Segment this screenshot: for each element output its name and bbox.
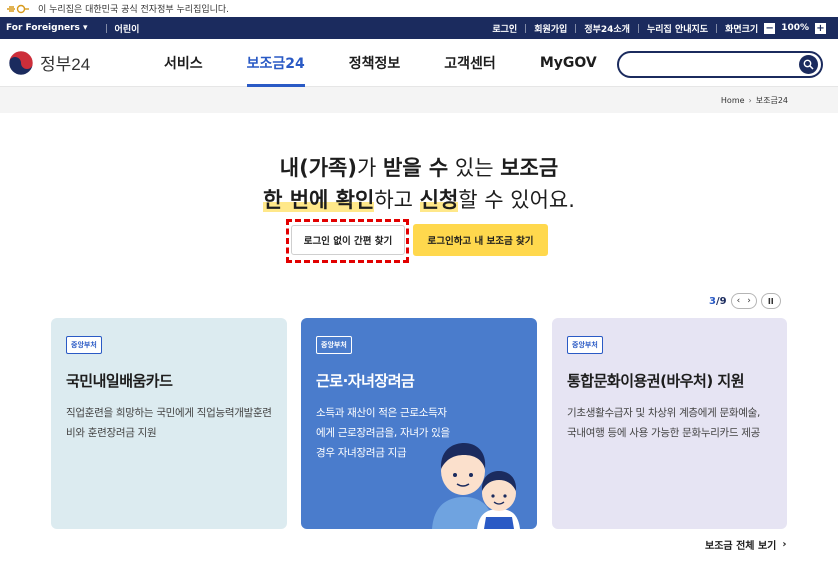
page-counter: 3/9 — [709, 296, 727, 307]
carousel-pager: 3/9 ‹ › II — [709, 293, 781, 309]
kids-link[interactable]: 어린이 — [115, 22, 150, 35]
login-and-find-button[interactable]: 로그인하고 내 보조금 찾기 — [413, 224, 548, 256]
zoom-out-button[interactable]: − — [764, 22, 776, 34]
chevron-right-icon: › — [748, 95, 752, 105]
find-without-login-button[interactable]: 로그인 없이 간편 찾기 — [291, 225, 405, 255]
logo-text: 정부24 — [40, 55, 91, 74]
site-logo[interactable]: 정부24 — [8, 50, 126, 76]
chevron-right-icon: › — [782, 539, 787, 550]
nav-policy-info[interactable]: 정책정보 — [349, 39, 401, 86]
breadcrumb: Home › 보조금24 — [0, 87, 838, 113]
hero-text: 보조금 — [500, 156, 559, 180]
breadcrumb-home[interactable]: Home — [721, 96, 745, 105]
family-illustration-icon — [432, 443, 520, 529]
card-description: 소득과 재산이 적은 근로소득자에게 근로장려금을, 자녀가 있을 경우 자녀장… — [316, 407, 450, 459]
hero-heading: 내(가족)가 받을 수 있는 보조금 한 번에 확인하고 신청할 수 있어요. — [0, 153, 838, 217]
nav-customer-center[interactable]: 고객센터 — [444, 39, 496, 86]
nav-services[interactable]: 서비스 — [164, 39, 203, 86]
main-header: 정부24 서비스 보조금24 정책정보 고객센터 MyGOV — [0, 39, 838, 87]
search-icon — [803, 59, 814, 70]
search-button[interactable] — [799, 55, 818, 74]
card-title: 근로·자녀장려금 — [316, 372, 415, 390]
for-foreigners-link[interactable]: For Foreigners ▾ — [6, 23, 98, 33]
card-tag: 중앙부처 — [316, 336, 352, 354]
nav-subsidy24[interactable]: 보조금24 — [246, 39, 305, 87]
search-input[interactable] — [617, 51, 823, 78]
card-title: 국민내일배움카드 — [66, 372, 173, 390]
subsidy-card[interactable]: 중앙부처 통합문화이용권(바우처) 지원 기초생활수급자 및 차상위 계층에게 … — [552, 318, 787, 529]
hero-line-1: 내(가족)가 받을 수 있는 보조금 — [0, 153, 838, 183]
official-site-text: 이 누리집은 대한민국 공식 전자정부 누리집입니다. — [38, 5, 230, 15]
divider — [525, 23, 527, 33]
sitemap-link[interactable]: 누리집 안내지도 — [647, 22, 708, 35]
official-site-banner: 이 누리집은 대한민국 공식 전자정부 누리집입니다. — [0, 0, 838, 17]
divider — [575, 23, 577, 33]
intro-link[interactable]: 정부24소개 — [584, 22, 630, 35]
card-tag: 중앙부처 — [66, 336, 102, 354]
nav-mygov[interactable]: MyGOV — [540, 39, 597, 86]
see-all-label: 보조금 전체 보기 — [705, 541, 777, 552]
screen-size-label: 화면크기 — [725, 24, 759, 35]
pause-icon[interactable]: II — [760, 293, 781, 309]
taegeuk-logo-icon — [8, 50, 34, 75]
hero-text: 할 수 있어요. — [458, 188, 575, 212]
chevron-left-icon[interactable]: ‹ — [737, 296, 741, 306]
page-current: 3 — [709, 295, 716, 307]
zoom-in-button[interactable]: + — [815, 22, 826, 34]
card-description: 직업훈련을 희망하는 국민에게 직업능력개발훈련비와 훈련장려금 지원 — [66, 407, 272, 439]
card-description: 기초생활수급자 및 차상위 계층에게 문화예술, 국내여행 등에 사용 가능한 … — [567, 407, 761, 439]
zoom-control: − 100% + — [764, 22, 826, 34]
chevron-right-icon[interactable]: › — [747, 296, 751, 306]
main-nav: 서비스 보조금24 정책정보 고객센터 MyGOV — [164, 39, 597, 87]
hero-line-2: 한 번에 확인하고 신청할 수 있어요. — [0, 183, 838, 217]
hero-text: 가 — [356, 156, 383, 180]
eg-logo-icon — [7, 4, 29, 13]
divider — [105, 23, 107, 33]
hero-highlight: 신청 — [419, 188, 459, 212]
signup-link[interactable]: 회원가입 — [534, 22, 567, 35]
breadcrumb-current: 보조금24 — [755, 95, 788, 105]
hero-text: 내(가족) — [279, 156, 357, 180]
carousel-nav: ‹ › — [730, 293, 757, 309]
subsidy-card[interactable]: 중앙부처 근로·자녀장려금 소득과 재산이 적은 근로소득자에게 근로장려금을,… — [301, 318, 537, 529]
login-link[interactable]: 로그인 — [492, 22, 517, 35]
cta-row: 로그인 없이 간편 찾기 로그인하고 내 보조금 찾기 — [0, 217, 838, 277]
utility-bar: For Foreigners ▾ 어린이 로그인 회원가입 정부24소개 누리집… — [0, 17, 838, 39]
hero-highlight: 한 번에 확인 — [263, 188, 375, 212]
divider — [716, 23, 718, 33]
see-all-subsidies-link[interactable]: 보조금 전체 보기 › — [705, 537, 787, 552]
page-total: 9 — [719, 295, 727, 307]
hero-text: 있는 — [448, 156, 501, 180]
zoom-value: 100% — [781, 23, 809, 33]
card-tag: 중앙부처 — [567, 336, 603, 354]
hero-text: 받을 수 — [382, 156, 449, 180]
divider — [637, 23, 639, 33]
hero-text: 하고 — [374, 188, 420, 212]
subsidy-card[interactable]: 중앙부처 국민내일배움카드 직업훈련을 희망하는 국민에게 직업능력개발훈련비와… — [51, 318, 287, 529]
card-title: 통합문화이용권(바우처) 지원 — [567, 372, 745, 390]
